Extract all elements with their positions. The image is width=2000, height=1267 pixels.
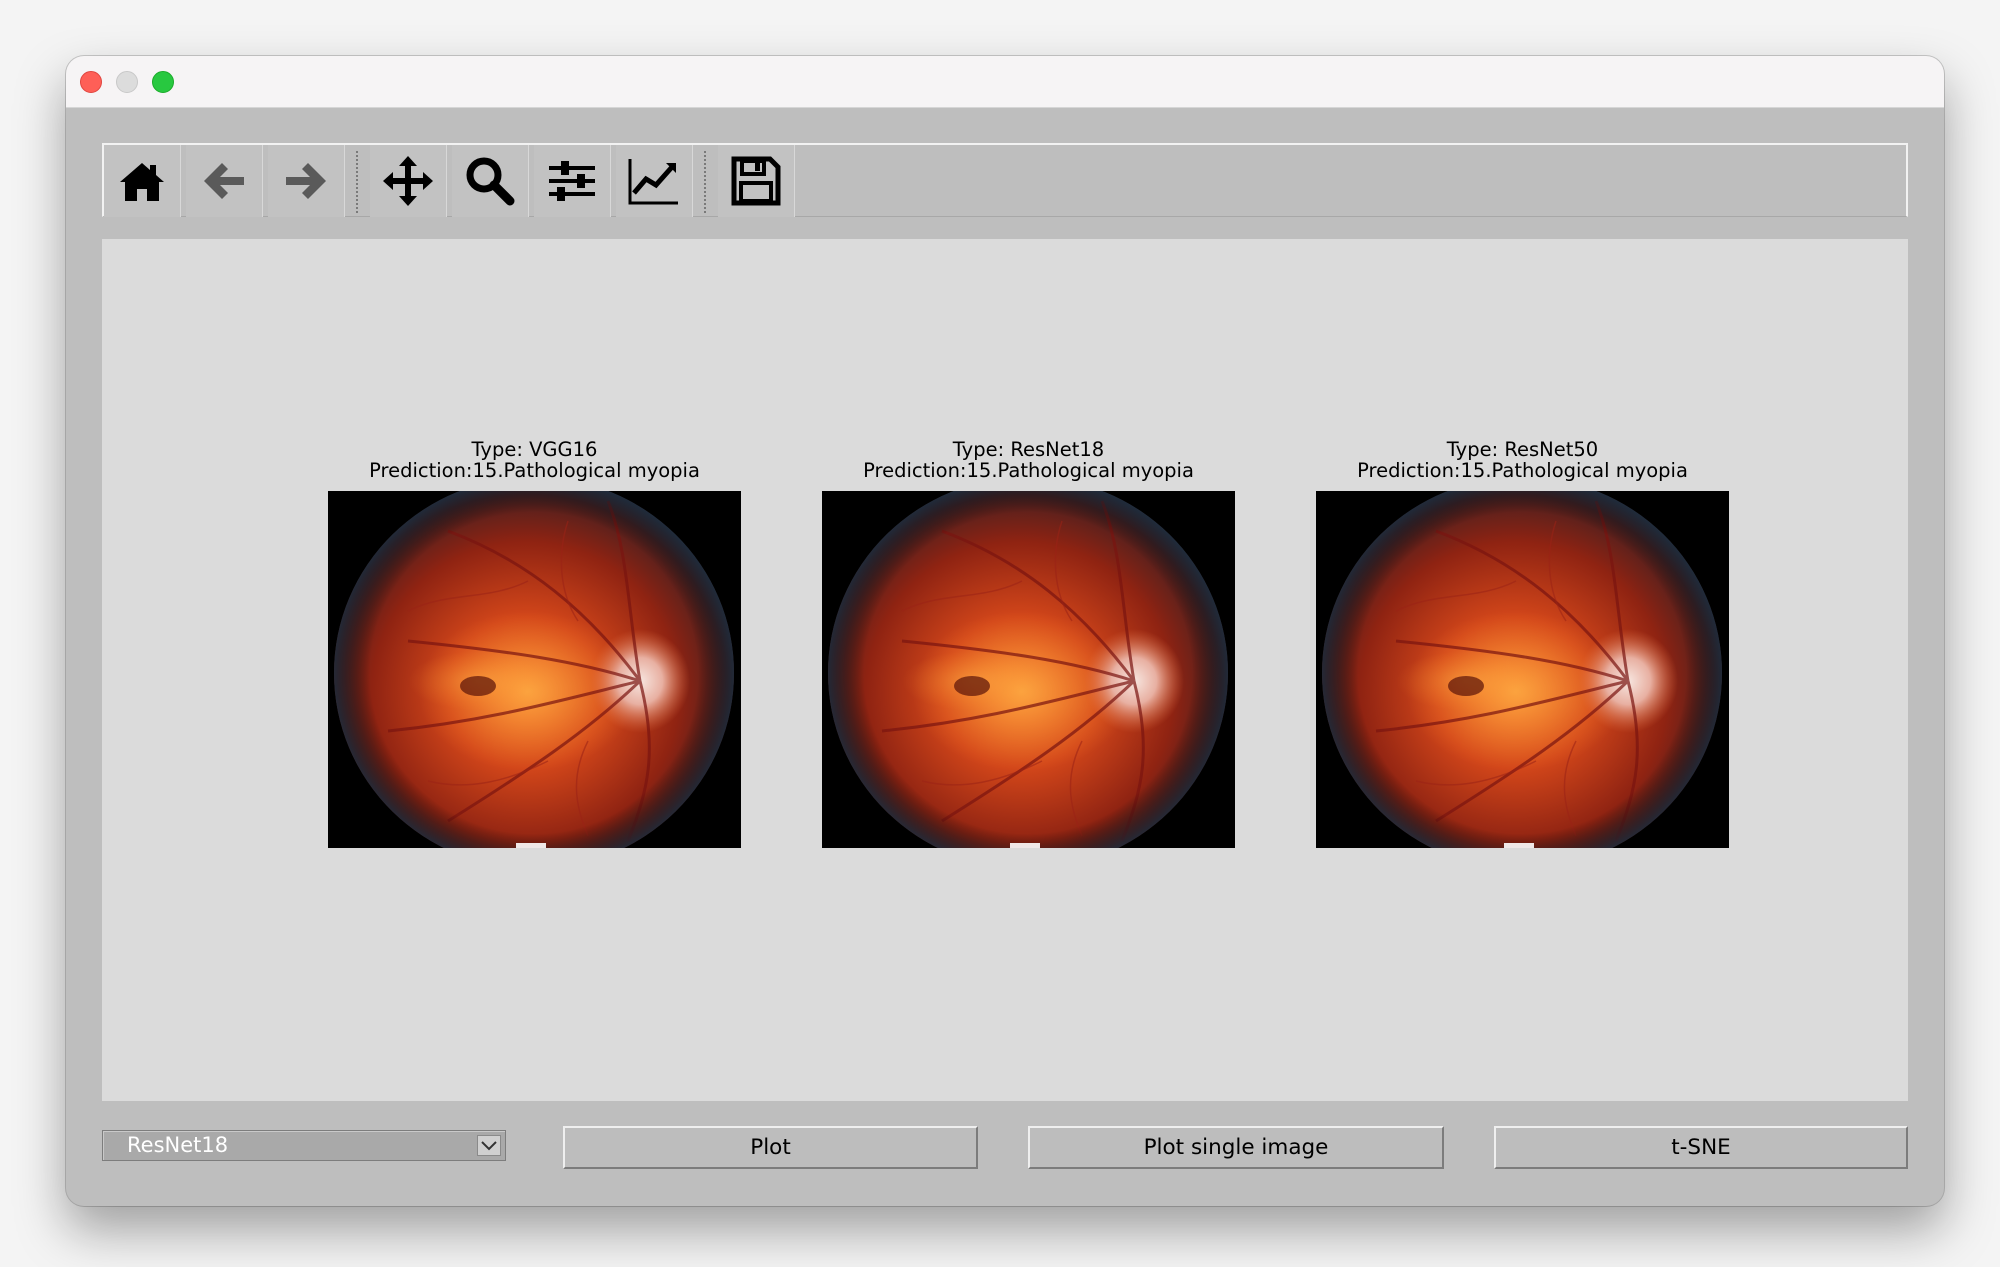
navigation-toolbar bbox=[102, 143, 1908, 217]
close-window-button[interactable] bbox=[80, 71, 102, 93]
edit-axis-icon bbox=[628, 159, 678, 205]
panel-type-title: Type: ResNet50 bbox=[1446, 438, 1599, 461]
fundus-image bbox=[822, 491, 1235, 848]
plot-button[interactable]: Plot bbox=[563, 1126, 978, 1169]
model-select-value: ResNet18 bbox=[127, 1133, 229, 1157]
toolbar-separator bbox=[704, 151, 706, 213]
panel-type-title: Type: ResNet18 bbox=[952, 438, 1105, 461]
panel-prediction-title: Prediction:15.Pathological myopia bbox=[863, 459, 1194, 482]
home-icon bbox=[120, 163, 164, 201]
zoom-icon bbox=[466, 157, 515, 206]
configure-subplots-button[interactable] bbox=[534, 145, 611, 217]
save-icon bbox=[731, 156, 781, 206]
pan-button[interactable] bbox=[370, 145, 447, 217]
fundus-image bbox=[328, 491, 741, 848]
back-arrow-icon bbox=[204, 163, 244, 199]
plot-single-image-button[interactable]: Plot single image bbox=[1028, 1126, 1444, 1169]
figure-canvas: Type: VGG16 Prediction:15.Pathological m… bbox=[102, 239, 1908, 1101]
app-window: Type: VGG16 Prediction:15.Pathological m… bbox=[66, 56, 1944, 1206]
panel-prediction-title: Prediction:15.Pathological myopia bbox=[1357, 459, 1688, 482]
back-button[interactable] bbox=[186, 145, 263, 217]
tsne-button[interactable]: t-SNE bbox=[1494, 1126, 1908, 1169]
save-button[interactable] bbox=[718, 145, 795, 217]
edit-axis-button[interactable] bbox=[616, 145, 693, 217]
model-select[interactable]: ResNet18 bbox=[102, 1130, 506, 1161]
zoom-button[interactable] bbox=[452, 145, 529, 217]
pan-move-icon bbox=[383, 156, 433, 206]
toolbar-separator bbox=[356, 151, 358, 213]
panel-type-title: Type: VGG16 bbox=[471, 438, 598, 461]
panel-prediction-title: Prediction:15.Pathological myopia bbox=[369, 459, 700, 482]
configure-subplots-icon bbox=[549, 161, 595, 201]
title-bar bbox=[66, 56, 1944, 108]
minimize-window-button[interactable] bbox=[116, 71, 138, 93]
forward-arrow-icon bbox=[286, 163, 326, 199]
fundus-image bbox=[1316, 491, 1729, 848]
home-button[interactable] bbox=[104, 145, 181, 217]
maximize-window-button[interactable] bbox=[152, 71, 174, 93]
chevron-down-icon[interactable] bbox=[477, 1135, 501, 1156]
forward-button[interactable] bbox=[268, 145, 345, 217]
